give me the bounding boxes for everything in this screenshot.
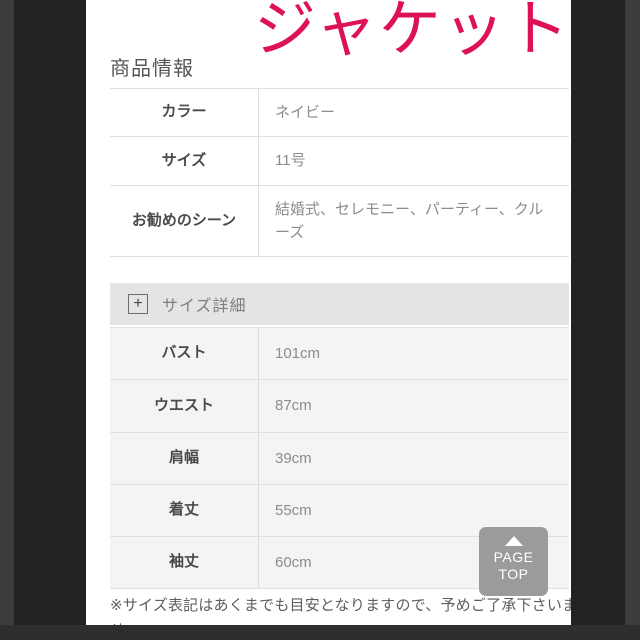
- size-detail-accordion-header[interactable]: + サイズ詳細: [110, 283, 569, 325]
- row-label: サイズ: [110, 136, 259, 186]
- screenshot-root: 商品情報 ジャケット カラー ネイビー サイズ 11号 お勧めのシーン 結婚式、…: [0, 0, 640, 640]
- table-row: バスト 101cm: [110, 326, 569, 381]
- page-top-label-line1: PAGE: [493, 549, 534, 565]
- table-row: 肩幅 39cm: [110, 431, 569, 485]
- table-row: サイズ 11号: [110, 136, 569, 186]
- table-row: お勧めのシーン 結婚式、セレモニー、パーティー、クルーズ: [110, 184, 569, 257]
- row-value: 39cm: [258, 431, 569, 485]
- overlay-annotation-text: ジャケット: [254, 0, 571, 65]
- triangle-up-icon: [504, 536, 523, 546]
- right-letterbox-band: [571, 0, 625, 640]
- size-disclaimer-note: ※サイズ表記はあくまでも目安となりますので、予めご了承下さいませ。: [110, 597, 571, 625]
- bottom-letterbox-bar: [0, 625, 640, 640]
- table-row: ウエスト 87cm: [110, 379, 569, 433]
- left-edge-strip: [0, 0, 14, 640]
- size-detail-label: サイズ詳細: [162, 298, 247, 315]
- row-label: カラー: [110, 87, 259, 138]
- row-label: 肩幅: [110, 431, 259, 485]
- row-label: バスト: [110, 326, 259, 381]
- row-label: お勧めのシーン: [110, 184, 259, 257]
- row-value: ネイビー: [258, 87, 569, 138]
- row-value: 87cm: [258, 379, 569, 433]
- row-label: 袖丈: [110, 535, 259, 590]
- row-value: 101cm: [258, 326, 569, 381]
- plus-icon[interactable]: +: [128, 294, 148, 314]
- left-letterbox-band: [14, 0, 86, 640]
- page-top-button[interactable]: PAGE TOP: [479, 527, 548, 596]
- table-row: カラー ネイビー: [110, 87, 569, 138]
- row-label: ウエスト: [110, 379, 259, 433]
- product-info-table: カラー ネイビー サイズ 11号 お勧めのシーン 結婚式、セレモニー、パーティー…: [110, 87, 569, 257]
- row-value: 結婚式、セレモニー、パーティー、クルーズ: [258, 184, 569, 257]
- row-label: 着丈: [110, 483, 259, 538]
- right-edge-strip: [626, 0, 640, 640]
- row-value: 11号: [258, 136, 569, 186]
- page-title: 商品情報: [110, 58, 194, 80]
- page-top-label-line2: TOP: [498, 566, 529, 583]
